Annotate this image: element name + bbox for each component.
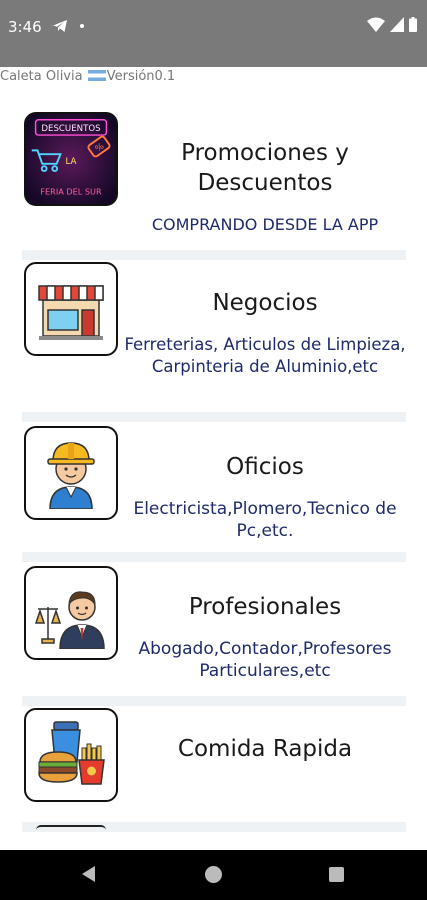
category-description: Abogado,Contador,Profesores Particulares… [138, 639, 392, 681]
lawyer-icon [24, 566, 118, 660]
signal-icon [390, 17, 404, 32]
version-label: Versión0.1 [106, 69, 176, 84]
argentina-flag-icon [87, 70, 106, 81]
category-list[interactable]: DESCUENTOS LA % FERIA DEL SUR Promocione… [22, 102, 406, 832]
card-separator [22, 696, 406, 706]
fast-food-icon [24, 708, 118, 802]
wifi-icon [367, 17, 385, 32]
category-card-negocios[interactable]: Negocios Ferreterias, Articulos de Limpi… [22, 260, 406, 412]
category-title: Profesionales [188, 594, 342, 620]
card-separator [22, 412, 406, 422]
category-title: Promociones y Descuentos [181, 140, 349, 196]
city-label: Caleta Olivia [0, 69, 83, 84]
category-title: Negocios [212, 290, 318, 316]
app-header: Caleta Olivia Versión0.1 [0, 69, 175, 89]
recents-icon[interactable] [329, 867, 344, 882]
notification-dot-icon [80, 24, 84, 28]
card-separator [22, 552, 406, 562]
next-card-peek [36, 825, 106, 830]
category-description: Electricista,Plomero,Tecnico de Pc,etc. [133, 499, 397, 541]
store-icon [24, 262, 118, 356]
category-card-comida-rapida[interactable]: Comida Rapida [22, 706, 406, 822]
home-icon[interactable] [205, 866, 222, 883]
status-bar: 3:46 [0, 0, 427, 67]
status-time: 3:46 [8, 18, 42, 36]
neon-bottom-text: FERIA DEL SUR [40, 186, 102, 196]
category-card-promociones[interactable]: DESCUENTOS LA % FERIA DEL SUR Promocione… [22, 102, 406, 250]
category-description: COMPRANDO DESDE LA APP [151, 215, 379, 234]
neon-title-text: DESCUENTOS [41, 124, 100, 134]
neon-mid-text: LA [66, 157, 77, 167]
telegram-icon [53, 20, 67, 32]
status-icons [367, 17, 417, 32]
navigation-bar [0, 850, 427, 900]
category-card-profesionales[interactable]: Profesionales Abogado,Contador,Profesore… [22, 562, 406, 696]
construction-worker-icon [24, 426, 118, 520]
card-separator [22, 250, 406, 260]
category-card-oficios[interactable]: Oficios Electricista,Plomero,Tecnico de … [22, 422, 406, 552]
category-title: Comida Rapida [177, 736, 353, 762]
back-icon[interactable] [82, 866, 95, 882]
battery-icon [409, 17, 417, 32]
category-title: Oficios [226, 454, 304, 480]
neon-discounts-icon: DESCUENTOS LA % FERIA DEL SUR [24, 112, 118, 206]
category-description: Ferreterias, Articulos de Limpieza, Carp… [124, 335, 406, 376]
